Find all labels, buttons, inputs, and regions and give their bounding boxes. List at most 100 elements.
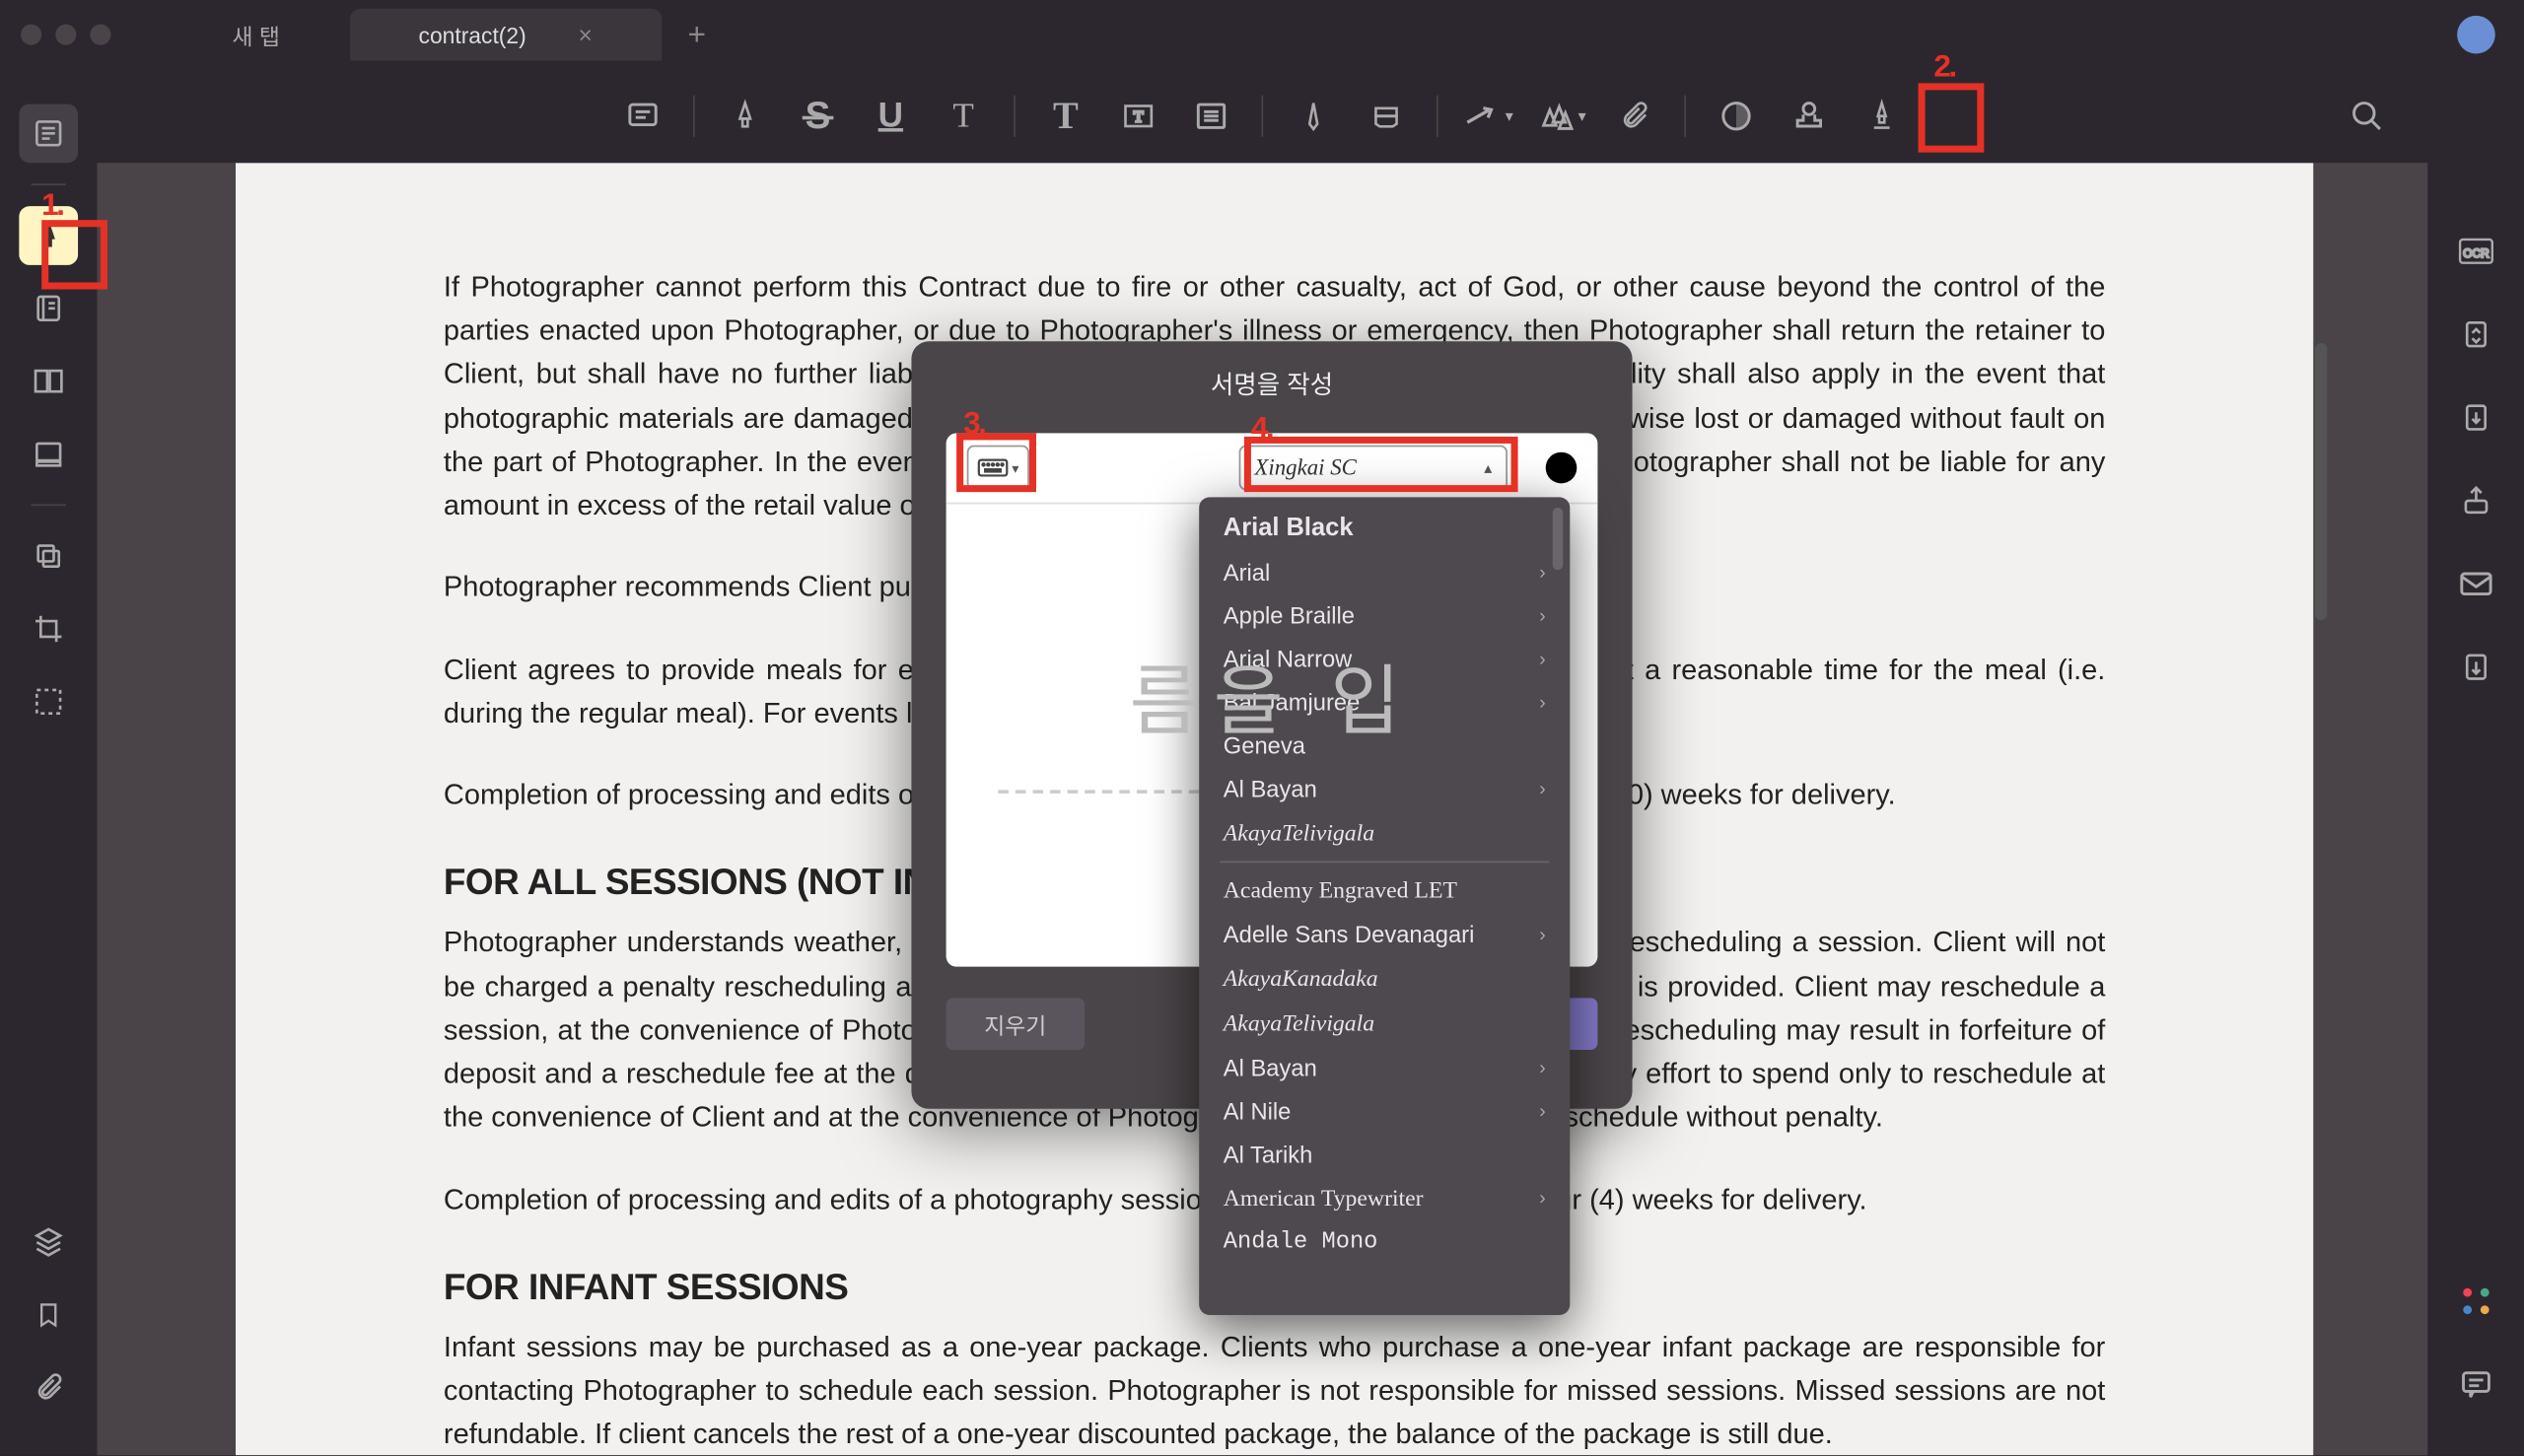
share-icon[interactable] bbox=[2447, 471, 2506, 530]
chevron-right-icon: › bbox=[1539, 692, 1545, 713]
user-avatar[interactable] bbox=[2457, 16, 2495, 54]
highlight-icon[interactable] bbox=[712, 83, 778, 149]
comment-icon[interactable] bbox=[610, 83, 676, 149]
arrow-shape-icon[interactable]: ▾ bbox=[1455, 83, 1521, 149]
font-option[interactable]: American Typewriter › bbox=[1199, 1176, 1570, 1221]
font-option[interactable]: Academy Engraved LET bbox=[1199, 868, 1570, 914]
font-option[interactable]: AkayaTelivigala bbox=[1199, 811, 1570, 857]
screenshot-icon[interactable] bbox=[19, 672, 78, 731]
chevron-right-icon: › bbox=[1539, 1058, 1545, 1078]
annotation-label-3: 3. bbox=[963, 405, 984, 442]
crop-icon[interactable] bbox=[19, 599, 78, 659]
signature-icon[interactable] bbox=[1849, 83, 1915, 149]
font-option[interactable]: Arial› bbox=[1199, 551, 1570, 594]
font-option-label: Andale Mono bbox=[1224, 1230, 1378, 1256]
font-select-value: Xingkai SC bbox=[1254, 453, 1356, 481]
list-icon[interactable] bbox=[1178, 83, 1244, 149]
font-option-label: Al Bayan bbox=[1224, 776, 1317, 801]
chevron-up-icon: ▴ bbox=[1484, 458, 1492, 477]
font-option[interactable]: Al Bayan › bbox=[1199, 768, 1570, 811]
tab-label: 새 탭 bbox=[233, 18, 280, 50]
circle-half-icon[interactable] bbox=[1704, 83, 1770, 149]
font-option[interactable]: Arial Black bbox=[1199, 497, 1570, 550]
chevron-right-icon: › bbox=[1539, 1101, 1545, 1122]
font-option-label: AkayaTelivigala bbox=[1224, 1010, 1374, 1038]
font-option[interactable]: Al Tarikh bbox=[1199, 1133, 1570, 1176]
svg-text:T: T bbox=[1134, 109, 1144, 126]
attachment-icon[interactable] bbox=[19, 1358, 78, 1418]
dropdown-scrollbar[interactable] bbox=[1553, 508, 1564, 570]
eraser-icon[interactable] bbox=[1354, 83, 1420, 149]
font-option-label: Academy Engraved LET bbox=[1224, 876, 1457, 904]
layers-icon[interactable] bbox=[19, 1213, 78, 1272]
copy-icon[interactable] bbox=[19, 526, 78, 586]
chevron-right-icon: › bbox=[1539, 562, 1545, 583]
pen-icon[interactable] bbox=[1281, 83, 1347, 149]
chevron-down-icon: ▾ bbox=[1012, 460, 1018, 476]
bookmark-icon[interactable] bbox=[19, 1285, 78, 1345]
tab-contract[interactable]: contract(2) × bbox=[349, 9, 662, 61]
font-option[interactable]: Andale Mono bbox=[1199, 1221, 1570, 1265]
ocr-icon[interactable]: OCR bbox=[2447, 222, 2506, 281]
tab-new[interactable]: 새 탭 bbox=[163, 9, 349, 61]
font-option-label: Al Nile bbox=[1224, 1098, 1292, 1124]
shapes-icon[interactable]: ▾ bbox=[1528, 83, 1594, 149]
font-option[interactable]: Al Nile › bbox=[1199, 1089, 1570, 1133]
font-list-dropdown: Arial BlackArial›Apple Braille›Arial Nar… bbox=[1199, 497, 1570, 1315]
font-option-label: AkayaTelivigala bbox=[1224, 819, 1374, 847]
svg-text:OCR: OCR bbox=[2463, 246, 2489, 260]
tab-add-button[interactable]: + bbox=[688, 17, 706, 53]
right-sidebar: OCR bbox=[2427, 69, 2524, 1455]
text-tool-icon[interactable]: T bbox=[1032, 83, 1098, 149]
underline-icon[interactable]: U bbox=[858, 83, 924, 149]
note-tool-icon[interactable] bbox=[19, 279, 78, 338]
font-option[interactable]: AkayaTelivigala bbox=[1199, 1002, 1570, 1047]
chevron-right-icon: › bbox=[1539, 649, 1545, 669]
comments-panel-icon[interactable] bbox=[2447, 1354, 2506, 1414]
facing-pages-icon[interactable] bbox=[19, 352, 78, 411]
modal-title: 서명을 작성 bbox=[911, 341, 1632, 416]
search-icon[interactable] bbox=[2334, 83, 2400, 149]
text-style-icon[interactable]: T bbox=[931, 83, 997, 149]
strikethrough-icon[interactable]: S bbox=[785, 83, 851, 149]
titlebar: 새 탭 contract(2) × + bbox=[0, 0, 2524, 69]
close-icon[interactable]: × bbox=[578, 21, 592, 48]
chevron-right-icon: › bbox=[1539, 605, 1545, 626]
textbox-icon[interactable]: T bbox=[1105, 83, 1171, 149]
app-grid-icon[interactable] bbox=[2447, 1272, 2506, 1331]
font-option-label: AkayaKanadaka bbox=[1224, 965, 1378, 993]
mail-icon[interactable] bbox=[2447, 554, 2506, 613]
top-toolbar: S U T T T ▾ ▾ bbox=[97, 69, 2427, 163]
save-doc-icon[interactable] bbox=[2447, 638, 2506, 697]
minimize-traffic-icon[interactable] bbox=[55, 25, 76, 45]
font-option-label: American Typewriter bbox=[1224, 1185, 1424, 1213]
presentation-icon[interactable] bbox=[19, 425, 78, 484]
chevron-right-icon: › bbox=[1539, 779, 1545, 799]
close-traffic-icon[interactable] bbox=[21, 25, 41, 45]
window-controls bbox=[21, 25, 110, 45]
font-option-label: Adelle Sans Devanagari bbox=[1224, 922, 1475, 947]
convert-icon[interactable] bbox=[2447, 305, 2506, 364]
reader-mode-icon[interactable] bbox=[19, 104, 78, 163]
font-option[interactable]: AkayaKanadaka bbox=[1199, 956, 1570, 1002]
chevron-right-icon: › bbox=[1539, 925, 1545, 945]
chevron-right-icon: › bbox=[1539, 1189, 1545, 1210]
export-icon[interactable] bbox=[2447, 388, 2506, 448]
font-option[interactable]: Al Bayan› bbox=[1199, 1047, 1570, 1090]
zoom-traffic-icon[interactable] bbox=[90, 25, 110, 45]
stamp-icon[interactable] bbox=[1776, 83, 1842, 149]
font-option-label: Arial Black bbox=[1224, 515, 1354, 542]
scrollbar-thumb[interactable] bbox=[2315, 343, 2327, 620]
keyboard-input-button[interactable]: ▾ bbox=[967, 446, 1029, 491]
left-sidebar bbox=[0, 69, 97, 1455]
attach-icon[interactable] bbox=[1601, 83, 1667, 149]
font-select-dropdown[interactable]: Xingkai SC ▴ bbox=[1239, 446, 1507, 491]
font-option-label: Apple Braille bbox=[1224, 603, 1355, 629]
body-paragraph: Infant sessions may be purchased as a on… bbox=[444, 1327, 2105, 1455]
font-option[interactable]: Adelle Sans Devanagari › bbox=[1199, 913, 1570, 956]
font-option[interactable]: Apple Braille › bbox=[1199, 594, 1570, 638]
clear-button[interactable]: 지우기 bbox=[946, 998, 1085, 1050]
signature-placeholder-text: 름을 입 bbox=[1129, 639, 1414, 749]
signature-color-picker[interactable] bbox=[1546, 452, 1578, 484]
tab-label: contract(2) bbox=[419, 22, 526, 47]
